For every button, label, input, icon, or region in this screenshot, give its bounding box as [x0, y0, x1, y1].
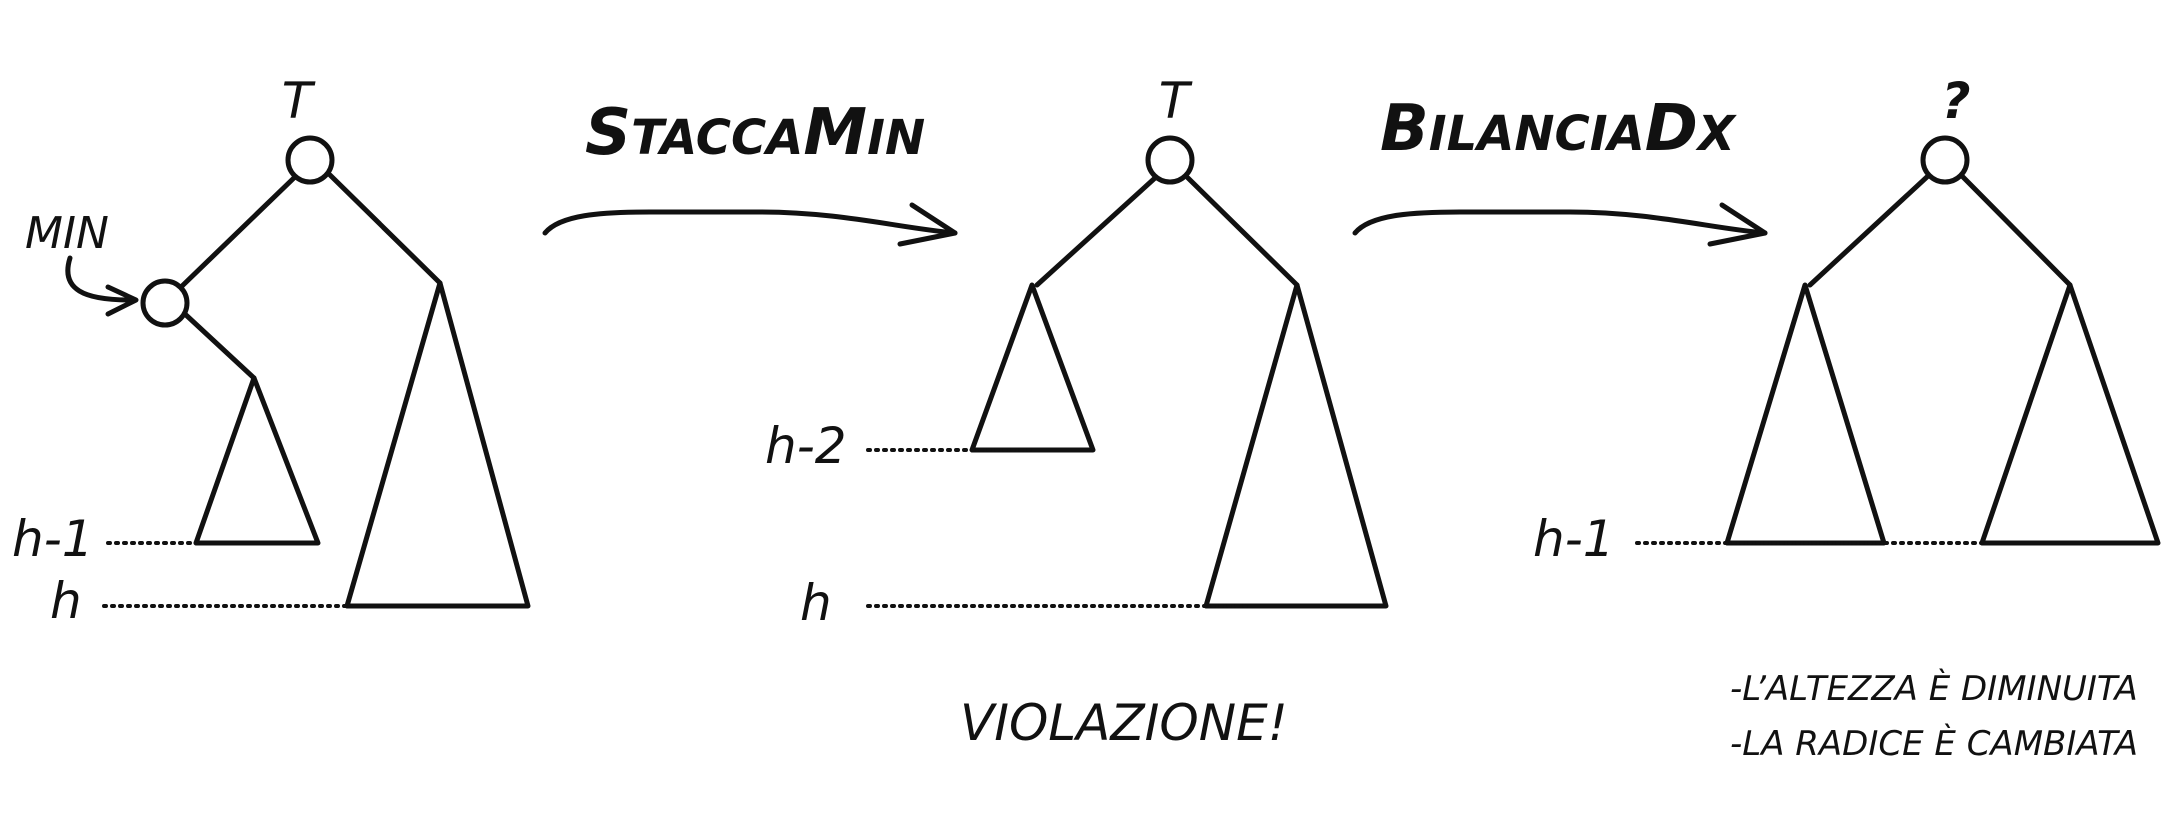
height-label-left: h-1 [12, 510, 94, 568]
panel-after-detach: T h-2 h VIOLAZIONE! [765, 72, 1389, 752]
note-height-decreased: -L’ALTEZZA È DIMINUITA [1730, 668, 2138, 709]
edge-root-left [1807, 173, 1931, 288]
arrow-1-shaft [542, 209, 958, 236]
root-node [1145, 135, 1195, 185]
operation-stacca-min: STACCAMIN [542, 96, 958, 247]
avl-delete-min-diagram: T MIN h-1 h STACCAMIN T h-2 h VIOLAZIONE… [12, 72, 2161, 764]
subtree-left [969, 282, 1096, 453]
subtree-right [1979, 282, 2161, 546]
height-label-right: h [50, 572, 82, 630]
edge-root-left [1034, 175, 1158, 288]
root-node [285, 135, 335, 185]
edge-root-min [177, 172, 300, 291]
operation-label-bilancia-dx: BILANCIADX [1380, 92, 1737, 166]
violation-label: VIOLAZIONE! [960, 694, 1288, 752]
root-label: T [282, 72, 316, 130]
height-label-left: h-2 [765, 417, 847, 475]
subtree-min-right [193, 375, 321, 546]
root-node [1920, 135, 1970, 185]
subtree-right [1203, 282, 1389, 609]
edge-root-right [1959, 173, 2073, 288]
note-root-changed: -LA RADICE È CAMBIATA [1730, 723, 2138, 764]
height-label-right: h [800, 574, 832, 632]
edge-root-right [1185, 175, 1300, 288]
edge-root-right [327, 172, 443, 286]
panel-before: T MIN h-1 h [12, 72, 531, 630]
root-label: ? [1941, 72, 1970, 130]
operation-bilancia-dx: BILANCIADX [1352, 92, 1768, 247]
operation-label-stacca-min: STACCAMIN [585, 96, 925, 170]
edge-min-right [183, 312, 257, 381]
root-label: T [1159, 72, 1193, 130]
height-label: h-1 [1533, 510, 1615, 568]
panel-after-balance: ? h-1 -L’ALTEZZA È DIMINUITA -LA RADICE … [1533, 72, 2161, 764]
arrow-2-shaft [1352, 209, 1768, 236]
min-label: MIN [25, 208, 109, 259]
subtree-root-right [344, 280, 531, 609]
min-node [140, 278, 190, 328]
subtree-left [1724, 282, 1887, 546]
